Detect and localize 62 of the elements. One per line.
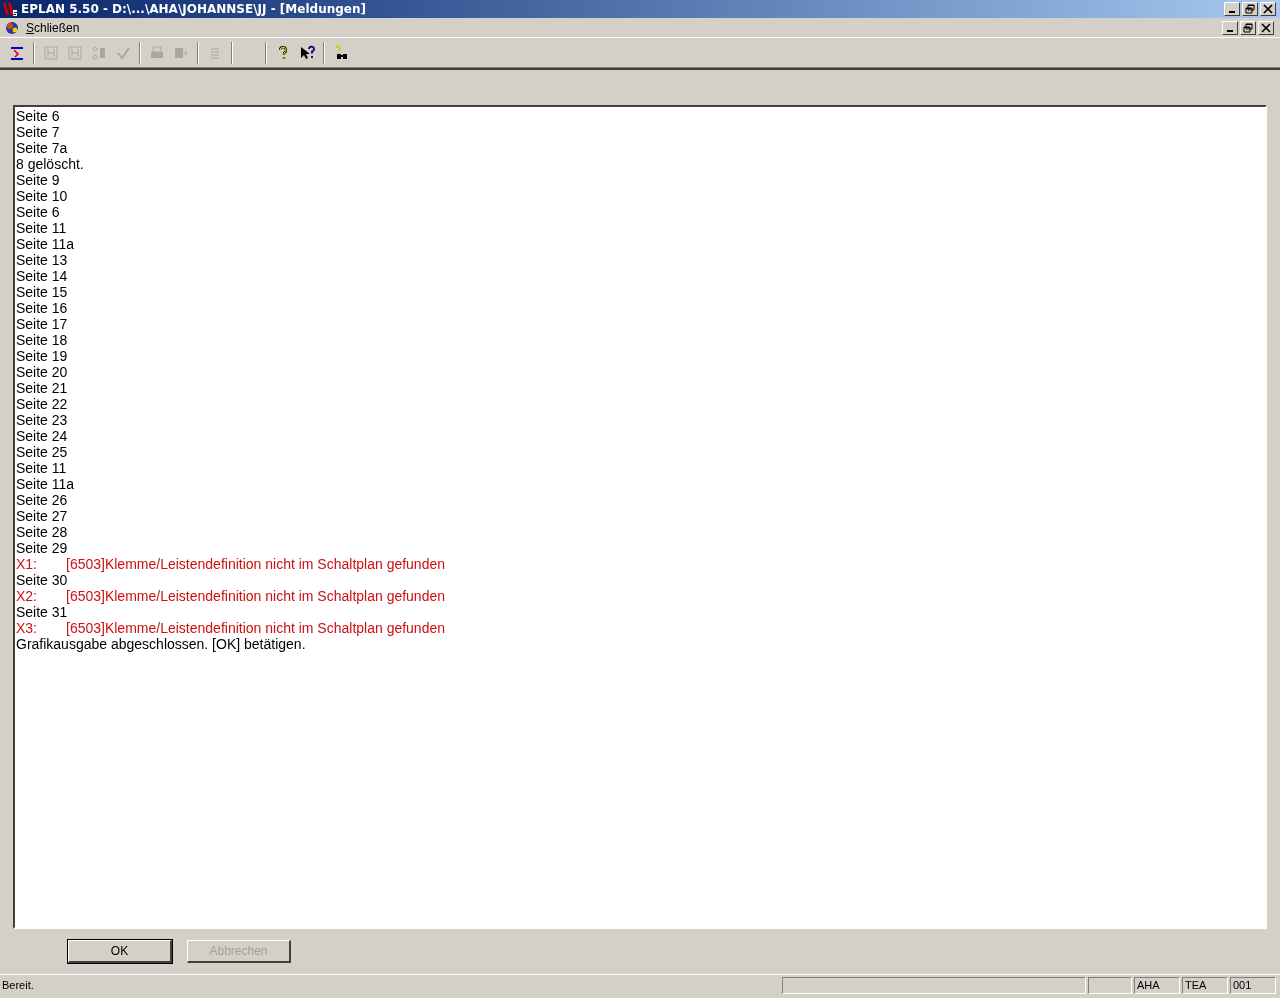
status-field: AHA: [1134, 977, 1180, 994]
message-line: Seite 23: [16, 412, 68, 428]
message-line: Seite 11a: [16, 236, 75, 252]
message-line: Seite 6: [16, 108, 60, 124]
close-icon: [1262, 4, 1274, 14]
error-message: [6503]Klemme/Leistendefinition nicht im Schaltplan gefunden: [66, 588, 446, 604]
message-line: Seite 13: [16, 252, 68, 268]
app-logo-icon: [2, 1, 18, 17]
restore-icon: [1242, 22, 1254, 33]
message-line: Seite 11a: [16, 476, 75, 492]
message-line: 8 gelöscht.: [16, 156, 84, 172]
message-line: Seite 7a: [16, 140, 68, 156]
minimize-icon: [1227, 29, 1233, 32]
close-button[interactable]: [1258, 20, 1274, 35]
status-field: TEA: [1182, 977, 1228, 994]
pointer-help-icon[interactable]: [299, 44, 315, 61]
close-icon: [1260, 22, 1272, 33]
message-line: Seite 27: [16, 508, 68, 524]
error-message: [6503]Klemme/Leistendefinition nicht im Schaltplan gefunden: [66, 620, 446, 636]
message-line: Seite 31: [16, 604, 68, 620]
message-line: Seite 7: [16, 124, 60, 140]
message-line: Seite 11: [16, 460, 67, 476]
message-line: Seite 25: [16, 444, 68, 460]
binoculars-icon[interactable]: [333, 44, 349, 61]
close-button[interactable]: [1260, 2, 1276, 16]
message-line: Seite 28: [16, 524, 68, 540]
message-line: Seite 20: [16, 364, 68, 380]
minimize-button[interactable]: [1222, 20, 1238, 35]
restore-icon: [1244, 4, 1256, 14]
message-line: Seite 14: [16, 268, 68, 284]
status-message: Bereit.: [1, 978, 35, 994]
message-line: Seite 30: [16, 572, 68, 588]
restore-button[interactable]: [1242, 2, 1258, 16]
message-line: Seite 11: [16, 220, 67, 236]
message-line: Grafikausgabe abgeschlossen. [OK] betätigen.: [16, 636, 306, 652]
error-source: X1:: [16, 556, 38, 572]
message-line: Seite 29: [16, 540, 68, 556]
component-icon[interactable]: [9, 44, 25, 61]
message-line: Seite 9: [16, 172, 60, 188]
error-message: [6503]Klemme/Leistendefinition nicht im Schaltplan gefunden: [66, 556, 446, 572]
ok-button[interactable]: OK: [68, 940, 172, 963]
status-field: 001: [1230, 977, 1276, 994]
message-line: Seite 10: [16, 188, 68, 204]
minimize-icon: [1229, 11, 1235, 13]
minimize-button[interactable]: [1224, 2, 1240, 16]
error-source: X2:: [16, 588, 38, 604]
message-line: Seite 18: [16, 332, 68, 348]
message-line: Seite 19: [16, 348, 68, 364]
message-line: Seite 17: [16, 316, 68, 332]
status-panel: [1088, 977, 1132, 994]
message-line: Seite 21: [16, 380, 68, 396]
message-line: Seite 15: [16, 284, 68, 300]
message-line: Seite 16: [16, 300, 68, 316]
restore-button[interactable]: [1240, 20, 1256, 35]
globe-icon: [4, 19, 20, 36]
message-line: Seite 22: [16, 396, 68, 412]
message-line: Seite 24: [16, 428, 68, 444]
message-line: Seite 6: [16, 204, 60, 220]
error-source: X3:: [16, 620, 38, 636]
window-title: EPLAN 5.50 - D:\...\AHA\JOHANNSE\JJ - [Meldungen]: [21, 1, 366, 18]
menu-item[interactable]: Schließen: [24, 18, 82, 37]
message-line: Seite 26: [16, 492, 68, 508]
